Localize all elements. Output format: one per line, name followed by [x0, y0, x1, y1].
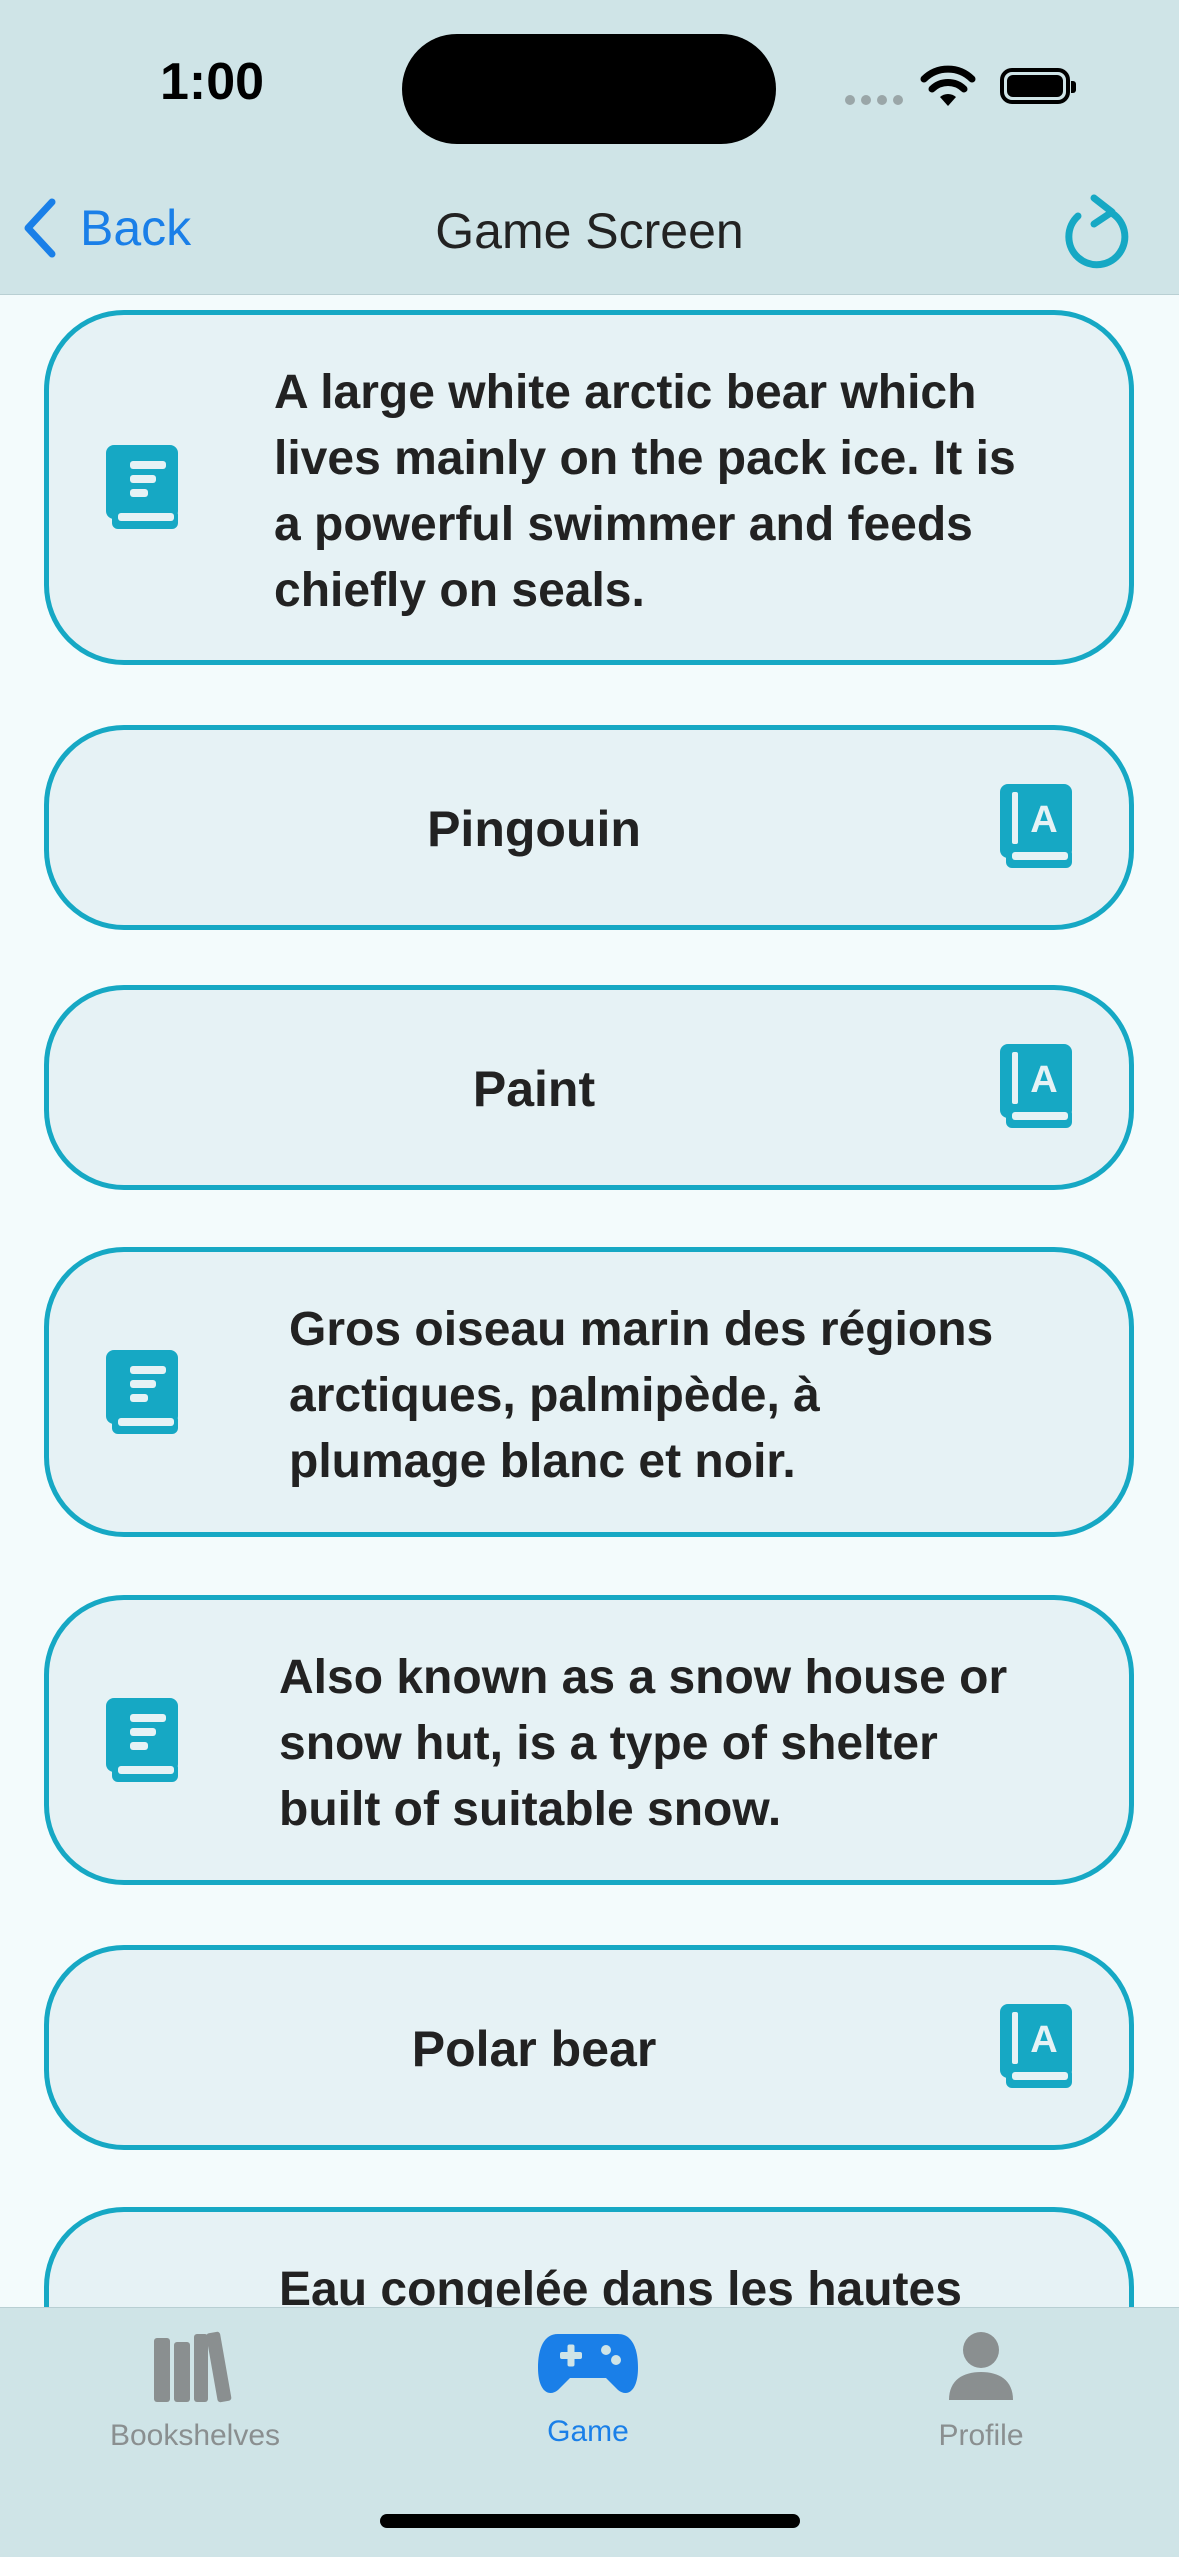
answer-list: A large white arctic bear which lives ma…	[0, 295, 1179, 2307]
svg-text:A: A	[1030, 2019, 1057, 2061]
definition-text: Eau congelée dans les hautes	[279, 2263, 962, 2307]
refresh-button[interactable]	[1058, 192, 1134, 277]
definition-card[interactable]: A large white arctic bear which lives ma…	[44, 310, 1134, 665]
gamepad-icon	[538, 2334, 638, 2394]
tab-label: Game	[547, 2415, 629, 2448]
svg-text:A: A	[1030, 799, 1057, 841]
book-word-icon: A	[1000, 784, 1072, 868]
book-definition-icon	[106, 445, 178, 529]
status-time: 1:00	[160, 53, 265, 111]
tab-game[interactable]: Game	[438, 2328, 738, 2449]
tab-label: Profile	[938, 2419, 1024, 2452]
book-definition-icon	[106, 1350, 178, 1434]
person-icon	[949, 2332, 1013, 2400]
refresh-icon	[1065, 194, 1129, 269]
home-indicator[interactable]	[380, 2514, 800, 2528]
tab-profile[interactable]: Profile	[831, 2328, 1131, 2453]
word-text: Pingouin	[427, 801, 641, 857]
definition-card[interactable]: Eau congelée dans les hautes	[44, 2207, 1134, 2307]
word-card[interactable]: Polar bear A	[44, 1945, 1134, 2150]
definition-text: Gros oiseau marin des régions arctiques,…	[289, 1303, 994, 1488]
book-word-icon: A	[1000, 2004, 1072, 2088]
definition-text: Also known as a snow house or snow hut, …	[279, 1651, 1008, 1836]
definition-card[interactable]: Also known as a snow house or snow hut, …	[44, 1595, 1134, 1885]
tab-label: Bookshelves	[109, 2419, 281, 2452]
navigation-bar: Back Game Screen	[0, 180, 1179, 295]
wifi-icon	[920, 65, 976, 106]
book-word-icon: A	[1000, 1044, 1072, 1128]
definition-card[interactable]: Gros oiseau marin des régions arctiques,…	[44, 1247, 1134, 1537]
svg-text:A: A	[1030, 1059, 1057, 1101]
word-card[interactable]: Pingouin A	[44, 725, 1134, 930]
status-bar: 1:00	[0, 0, 1179, 180]
bookshelves-icon	[154, 2331, 232, 2403]
book-definition-icon	[106, 1698, 178, 1782]
word-text: Polar bear	[411, 2021, 657, 2077]
battery-icon	[1000, 68, 1076, 104]
page-title: Game Screen	[435, 203, 744, 259]
cellular-signal-icon	[845, 92, 909, 110]
word-card[interactable]: Paint A	[44, 985, 1134, 1190]
definition-text: A large white arctic bear which lives ma…	[274, 366, 1016, 617]
word-text: Paint	[472, 1061, 596, 1117]
dynamic-island	[402, 34, 776, 144]
tab-bookshelves[interactable]: Bookshelves	[45, 2328, 345, 2453]
